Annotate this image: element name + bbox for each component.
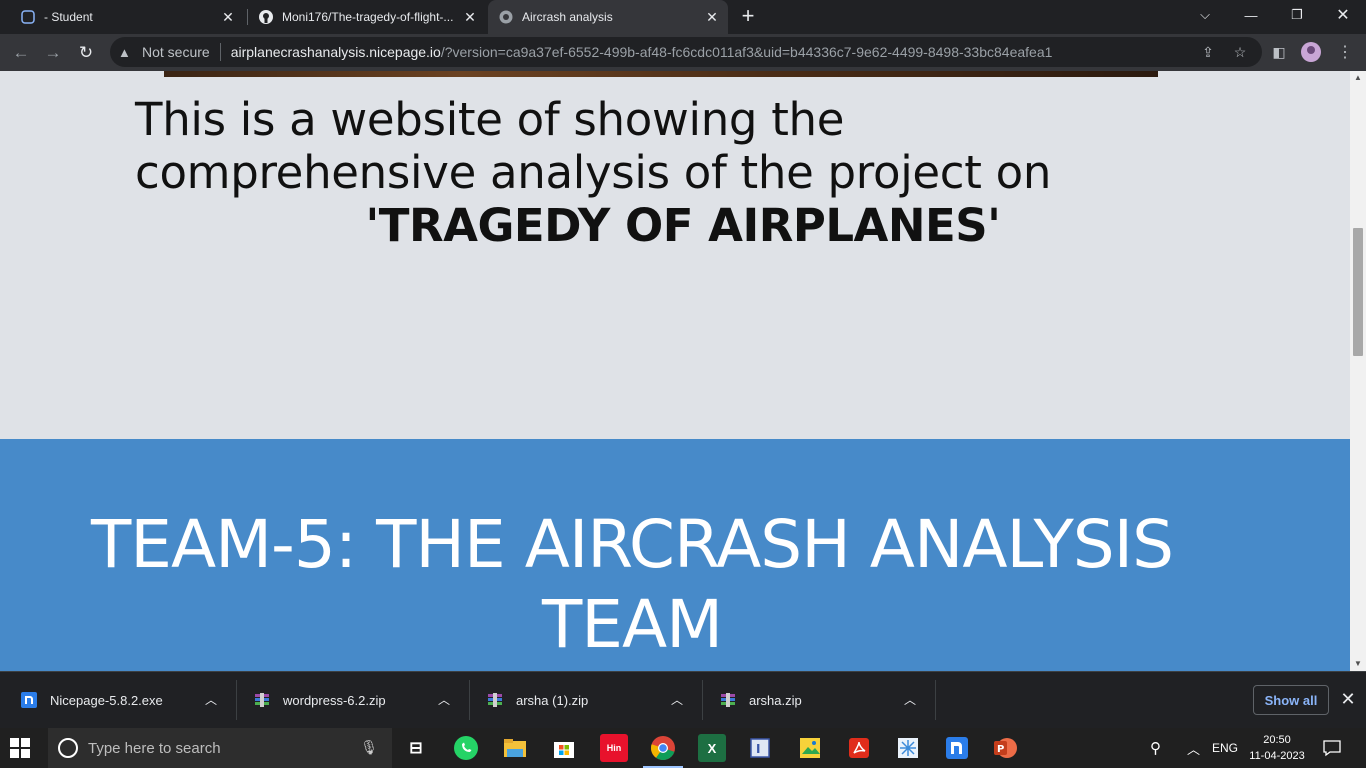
file-explorer-icon[interactable] xyxy=(501,734,529,762)
microphone-icon[interactable]: 🎙 xyxy=(360,739,378,756)
address-bar[interactable]: ▲ Not secure airplanecrashanalysis.nicep… xyxy=(110,37,1262,67)
download-filename: arsha.zip xyxy=(749,692,802,708)
scrollbar-thumb[interactable] xyxy=(1353,228,1363,356)
warning-icon[interactable]: ▲ xyxy=(118,45,136,60)
tab-aircrash-analysis[interactable]: Aircrash analysis ✕ xyxy=(488,0,728,34)
whatsapp-icon[interactable] xyxy=(452,734,480,762)
app-icon[interactable]: I xyxy=(746,734,774,762)
windows-taskbar: Type here to search 🎙 ⊟ Hin X I P ⚲ ︿ EN… xyxy=(0,728,1366,768)
acrobat-icon[interactable] xyxy=(845,734,873,762)
chevron-up-icon[interactable]: ︿ xyxy=(205,691,217,708)
show-all-button[interactable]: Show all xyxy=(1253,685,1329,715)
download-item[interactable]: wordpress-6.2.zip ︿ xyxy=(233,678,466,722)
clock-date: 11-04-2023 xyxy=(1249,750,1305,762)
browser-tab-bar: - Student ✕ Moni176/The-tragedy-of-fligh… xyxy=(0,0,1366,34)
photos-icon[interactable] xyxy=(796,734,824,762)
url-path: /?version=ca9a37ef-6552-499b-af48-fc6cdc… xyxy=(440,44,1053,60)
download-filename: arsha (1).zip xyxy=(516,692,589,708)
tab-github[interactable]: Moni176/The-tragedy-of-flight-... ✕ xyxy=(250,0,486,34)
menu-icon[interactable]: ⋮ xyxy=(1334,41,1356,63)
archive-icon xyxy=(253,691,271,709)
download-item[interactable]: Nicepage-5.8.2.exe ︿ xyxy=(0,678,233,722)
archive-icon xyxy=(719,691,737,709)
hero-image xyxy=(164,71,1158,77)
intro-text: This is a website of showing the compreh… xyxy=(135,93,1052,199)
share-icon[interactable]: ⇪ xyxy=(1197,41,1219,63)
download-item[interactable]: arsha.zip ︿ xyxy=(699,678,932,722)
close-icon[interactable]: ✕ xyxy=(1337,688,1359,710)
back-icon[interactable]: ← xyxy=(8,40,34,66)
excel-icon[interactable]: X xyxy=(698,734,726,762)
chevron-up-icon[interactable]: ︿ xyxy=(671,691,683,708)
tab-label: - Student xyxy=(44,10,93,24)
team-section: TEAM-5: THE AIRCRASH ANALYSIS TEAM xyxy=(0,439,1350,671)
clock-time: 20:50 xyxy=(1263,734,1291,746)
tab-student[interactable]: - Student ✕ xyxy=(8,0,244,34)
archive-icon xyxy=(486,691,504,709)
tab-label: Moni176/The-tragedy-of-flight-... xyxy=(282,10,454,24)
chevron-up-icon[interactable]: ︿ xyxy=(904,691,916,708)
powerpoint-icon[interactable]: P xyxy=(992,734,1020,762)
nicepage-icon xyxy=(20,691,38,709)
svg-text:I: I xyxy=(756,742,760,756)
restore-button[interactable]: ❐ xyxy=(1274,0,1320,30)
task-view-icon[interactable]: ⊟ xyxy=(402,734,430,762)
web-page: This is a website of showing the compreh… xyxy=(0,71,1350,671)
search-placeholder: Type here to search xyxy=(88,739,221,757)
close-window-button[interactable]: ✕ xyxy=(1320,0,1366,30)
scroll-down-icon[interactable]: ▼ xyxy=(1350,657,1366,671)
team-heading: TEAM-5: THE AIRCRASH ANALYSIS TEAM xyxy=(90,506,1174,663)
project-title: 'TRAGEDY OF AIRPLANES' xyxy=(365,199,1001,252)
close-icon[interactable]: ✕ xyxy=(462,9,478,25)
cortana-icon xyxy=(58,738,78,758)
forward-icon[interactable]: → xyxy=(40,40,66,66)
download-divider xyxy=(935,680,936,720)
tab-label: Aircrash analysis xyxy=(522,10,613,24)
language-indicator[interactable]: ENG xyxy=(1212,728,1238,768)
people-icon[interactable]: ⚲ xyxy=(1150,728,1161,768)
browser-toolbar: ← → ↻ ▲ Not secure airplanecrashanalysis… xyxy=(0,34,1366,71)
taskbar-search-input[interactable]: Type here to search 🎙 xyxy=(48,728,392,768)
student-page-icon xyxy=(20,9,36,25)
snip-icon[interactable] xyxy=(894,734,922,762)
new-tab-button[interactable]: + xyxy=(736,5,760,29)
chrome-icon[interactable] xyxy=(649,734,677,762)
nicepage-icon[interactable] xyxy=(943,734,971,762)
address-divider xyxy=(219,43,221,61)
profile-avatar[interactable] xyxy=(1300,41,1322,63)
tab-search-chevron-icon[interactable]: ⌵ xyxy=(1182,0,1228,30)
scroll-up-icon[interactable]: ▲ xyxy=(1350,71,1366,85)
close-icon[interactable]: ✕ xyxy=(220,9,236,25)
tab-divider xyxy=(247,9,248,25)
url-host: airplanecrashanalysis.nicepage.io xyxy=(230,44,441,60)
svg-text:P: P xyxy=(997,744,1004,755)
show-hidden-icons-chevron-icon[interactable]: ︿ xyxy=(1187,728,1200,768)
downloads-bar: Nicepage-5.8.2.exe ︿ wordpress-6.2.zip ︿… xyxy=(0,671,1366,728)
minimize-button[interactable]: — xyxy=(1228,0,1274,30)
security-label[interactable]: Not secure xyxy=(142,44,210,60)
hindi-app-icon[interactable]: Hin xyxy=(600,734,628,762)
chevron-up-icon[interactable]: ︿ xyxy=(438,691,450,708)
windows-start-icon[interactable] xyxy=(10,738,30,758)
download-filename: Nicepage-5.8.2.exe xyxy=(50,692,163,708)
reload-icon[interactable]: ↻ xyxy=(73,40,99,66)
close-icon[interactable]: ✕ xyxy=(704,9,720,25)
system-clock[interactable]: 20:50 11-04-2023 xyxy=(1244,732,1310,764)
github-icon xyxy=(258,9,274,25)
download-item[interactable]: arsha (1).zip ︿ xyxy=(466,678,699,722)
globe-icon xyxy=(498,9,514,25)
side-panel-icon[interactable]: ◧ xyxy=(1268,41,1290,63)
bookmark-star-icon[interactable]: ☆ xyxy=(1229,41,1251,63)
scrollbar[interactable]: ▲ ▼ xyxy=(1350,71,1366,671)
download-filename: wordpress-6.2.zip xyxy=(283,692,386,708)
notifications-icon[interactable] xyxy=(1322,728,1342,768)
microsoft-store-icon[interactable] xyxy=(550,734,578,762)
